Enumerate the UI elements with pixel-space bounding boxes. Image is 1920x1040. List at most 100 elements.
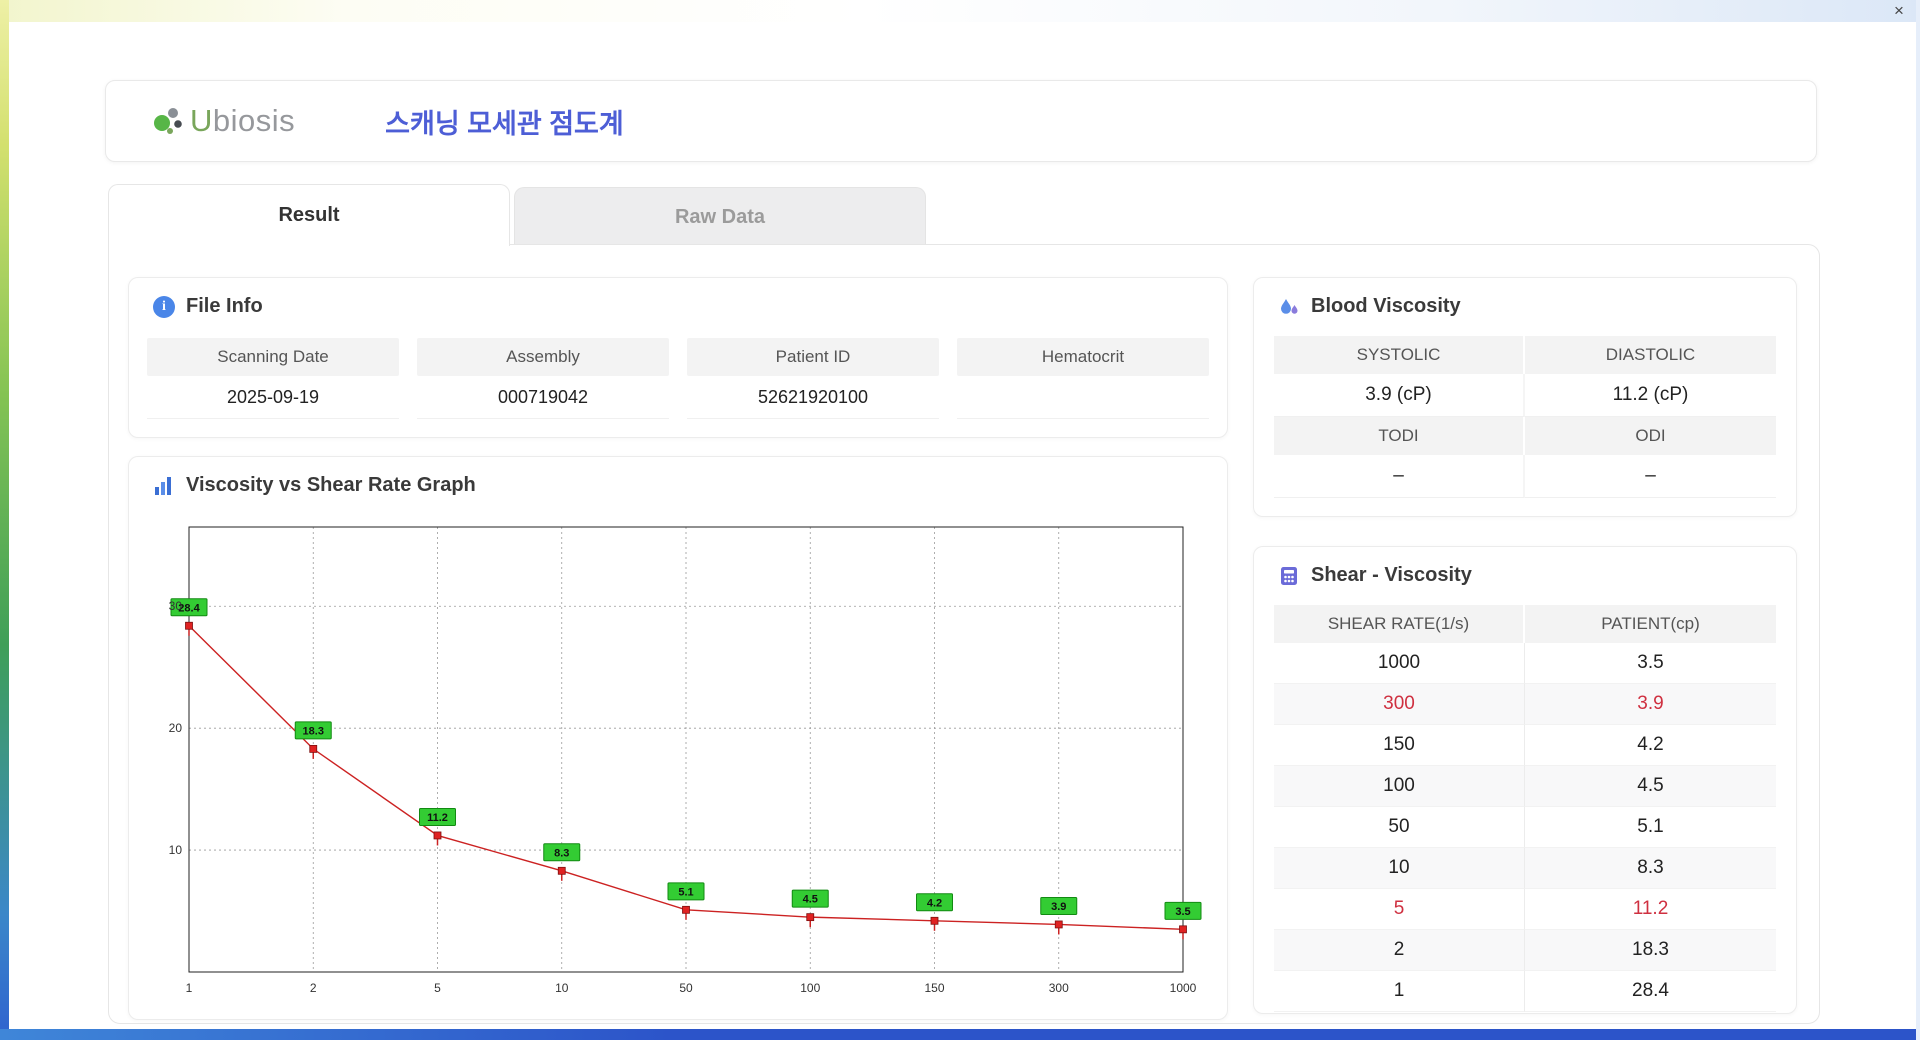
- systolic-label: SYSTOLIC: [1274, 336, 1525, 374]
- logo-dots-icon: [154, 108, 182, 134]
- svg-text:5: 5: [434, 981, 441, 995]
- shear-rate-cell: 100: [1274, 766, 1525, 807]
- field-value: 2025-09-19: [147, 376, 399, 419]
- shear-table-header: SHEAR RATE(1/s) PATIENT(cp): [1274, 605, 1776, 643]
- svg-text:150: 150: [924, 981, 944, 995]
- tab-result[interactable]: Result: [108, 184, 510, 246]
- file-info-field: Scanning Date 2025-09-19: [147, 338, 399, 419]
- diastolic-value: 11.2 (cP): [1525, 374, 1776, 417]
- file-info-header: i File Info: [129, 278, 1227, 326]
- content-panel: i File Info Scanning Date 2025-09-19 Assem…: [108, 244, 1820, 1024]
- logo-text: Ubiosis: [190, 103, 295, 139]
- shear-rate-column-header: SHEAR RATE(1/s): [1274, 605, 1525, 643]
- header-card: Ubiosis 스캐닝 모세관 점도계: [105, 80, 1817, 162]
- file-info-grid: Scanning Date 2025-09-19 Assembly 000719042…: [147, 338, 1209, 419]
- odi-value: –: [1525, 455, 1776, 498]
- svg-text:10: 10: [555, 981, 569, 995]
- shear-table-row: 2 18.3: [1274, 930, 1776, 971]
- field-label: Hematocrit: [957, 338, 1209, 376]
- window-close-button[interactable]: ×: [1888, 1, 1910, 21]
- shear-rate-cell: 2: [1274, 930, 1525, 971]
- shear-viscosity-table: SHEAR RATE(1/s) PATIENT(cp) 1000 3.5 300 3.…: [1274, 605, 1776, 1012]
- patient-viscosity-cell: 8.3: [1525, 848, 1776, 889]
- todi-odi-value-row: – –: [1274, 455, 1776, 498]
- svg-text:10: 10: [169, 843, 183, 857]
- svg-text:50: 50: [679, 981, 693, 995]
- field-label: Assembly: [417, 338, 669, 376]
- blood-viscosity-table: SYSTOLIC DIASTOLIC 3.9 (cP) 11.2 (cP) TO…: [1274, 336, 1776, 498]
- svg-text:30: 30: [169, 599, 183, 613]
- droplet-icon: [1281, 298, 1298, 314]
- tab-raw-data-label: Raw Data: [674, 205, 766, 228]
- file-info-title: File Info: [186, 295, 263, 317]
- todi-label: TODI: [1274, 417, 1525, 455]
- shear-rate-cell: 150: [1274, 725, 1525, 766]
- svg-text:8.3: 8.3: [554, 847, 569, 859]
- shear-table-body: 1000 3.5 300 3.9 150 4.2 100 4.5 50 5.1 10 8.3 5 11.2…: [1274, 643, 1776, 1012]
- app-window: Ubiosis 스캐닝 모세관 점도계 Result Raw Data i Fi…: [0, 0, 1920, 1040]
- shear-rate-cell: 10: [1274, 848, 1525, 889]
- viscosity-chart: 28.418.311.28.35.14.5 4.2 3.9 3.51020301 2 5 1…: [169, 526, 1202, 995]
- file-info-field: Hematocrit: [957, 338, 1209, 419]
- shear-viscosity-card: Shear - Viscosity SHEAR RATE(1/s) PATIEN…: [1253, 546, 1797, 1014]
- blood-viscosity-label-row: SYSTOLIC DIASTOLIC: [1274, 336, 1776, 374]
- todi-odi-label-row: TODI ODI: [1274, 417, 1776, 455]
- svg-text:18.3: 18.3: [303, 725, 324, 737]
- shear-table-row: 10 8.3: [1274, 848, 1776, 889]
- shear-table-row: 100 4.5: [1274, 766, 1776, 807]
- svg-text:1: 1: [186, 981, 193, 995]
- patient-viscosity-cell: 4.2: [1525, 725, 1776, 766]
- blood-viscosity-value-row: 3.9 (cP) 11.2 (cP): [1274, 374, 1776, 417]
- field-value: 000719042: [417, 376, 669, 419]
- field-value: [957, 376, 1209, 419]
- svg-text:1000: 1000: [1170, 981, 1197, 995]
- blood-viscosity-title: Blood Viscosity: [1311, 295, 1461, 317]
- info-icon: i: [153, 295, 175, 318]
- logo-text-rest: biosis: [212, 103, 296, 138]
- patient-viscosity-cell: 5.1: [1525, 807, 1776, 848]
- svg-text:2: 2: [310, 981, 317, 995]
- app-title: 스캐닝 모세관 점도계: [385, 108, 624, 139]
- shear-table-row: 5 11.2: [1274, 889, 1776, 930]
- patient-viscosity-cell: 3.5: [1525, 643, 1776, 684]
- svg-text:11.2: 11.2: [427, 812, 448, 824]
- svg-text:3.5: 3.5: [1175, 906, 1190, 918]
- field-label: Scanning Date: [147, 338, 399, 376]
- patient-viscosity-cell: 28.4: [1525, 971, 1776, 1012]
- file-info-field: Assembly 000719042: [417, 338, 669, 419]
- patient-viscosity-cell: 18.3: [1525, 930, 1776, 971]
- patient-viscosity-cell: 11.2: [1525, 889, 1776, 930]
- patient-viscosity-cell: 4.5: [1525, 766, 1776, 807]
- shear-rate-cell: 1000: [1274, 643, 1525, 684]
- shear-table-row: 300 3.9: [1274, 684, 1776, 725]
- field-label: Patient ID: [687, 338, 939, 376]
- svg-text:100: 100: [800, 981, 820, 995]
- svg-text:3.9: 3.9: [1051, 901, 1066, 913]
- graph-header: Viscosity vs Shear Rate Graph: [129, 457, 1227, 505]
- shear-viscosity-header: Shear - Viscosity: [1254, 547, 1796, 595]
- shear-table-row: 1000 3.5: [1274, 643, 1776, 684]
- svg-text:4.2: 4.2: [927, 897, 942, 909]
- odi-label: ODI: [1525, 417, 1776, 455]
- todi-value: –: [1274, 455, 1525, 498]
- blood-viscosity-card: Blood Viscosity SYSTOLIC DIASTOLIC 3.9 (…: [1253, 277, 1797, 517]
- bar-chart-icon: [155, 476, 171, 495]
- graph-card: Viscosity vs Shear Rate Graph 28.4 18.3 11…: [128, 456, 1228, 1020]
- graph-title: Viscosity vs Shear Rate Graph: [186, 474, 476, 496]
- patient-viscosity-cell: 3.9: [1525, 684, 1776, 725]
- file-info-field: Patient ID 52621920100: [687, 338, 939, 419]
- systolic-value: 3.9 (cP): [1274, 374, 1525, 417]
- patient-column-header: PATIENT(cp): [1601, 614, 1700, 633]
- svg-text:300: 300: [1049, 981, 1069, 995]
- diastolic-label: DIASTOLIC: [1525, 336, 1776, 374]
- tab-raw-data[interactable]: Raw Data: [514, 187, 926, 246]
- svg-text:5.1: 5.1: [678, 886, 693, 898]
- shear-rate-cell: 1: [1274, 971, 1525, 1012]
- shear-rate-cell: 50: [1274, 807, 1525, 848]
- field-value: 52621920100: [687, 376, 939, 419]
- svg-text:20: 20: [169, 721, 183, 735]
- svg-text:4.5: 4.5: [803, 894, 818, 906]
- ubiosis-logo: Ubiosis: [152, 103, 295, 139]
- shear-viscosity-title: Shear - Viscosity: [1311, 564, 1472, 586]
- shear-rate-cell: 300: [1274, 684, 1525, 725]
